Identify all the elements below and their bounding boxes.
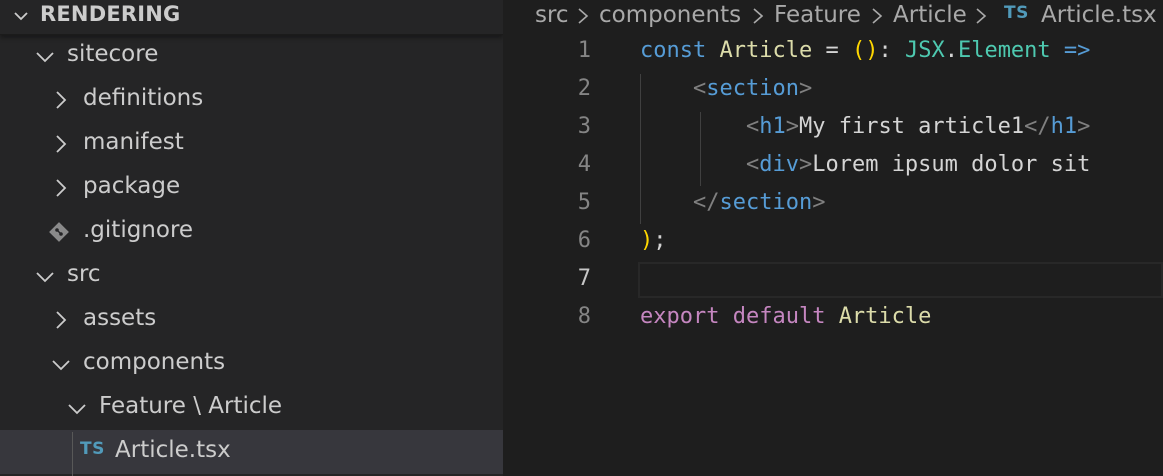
tree-item-label: components	[83, 349, 226, 375]
code-line[interactable]: <h1>My first article1</h1>	[640, 114, 1090, 139]
line-number: 8	[577, 304, 591, 329]
code-token: section	[719, 190, 813, 215]
chevron-right-icon	[974, 6, 988, 32]
chevron-right-icon	[751, 6, 765, 32]
explorer-sidebar: RENDERING sitecore definitions manifest pac…	[0, 0, 503, 476]
tree-item-label: assets	[83, 305, 157, 331]
line-number: 2	[577, 76, 591, 101]
tree-item-label: src	[67, 261, 101, 287]
tree-item[interactable]: assets	[0, 298, 503, 342]
code-token: ()	[851, 38, 879, 63]
code-token: export	[640, 304, 733, 329]
chevron-down-icon	[66, 397, 88, 425]
code-token: .	[944, 38, 958, 63]
tree-item[interactable]: definitions	[0, 78, 503, 122]
code-token: >	[798, 152, 813, 177]
code-token: My first article1	[798, 114, 1025, 139]
typescript-file-icon: TS	[1004, 3, 1029, 23]
code-token: div	[759, 152, 799, 177]
tree-item-label: manifest	[83, 129, 184, 155]
line-number: 4	[577, 152, 591, 177]
breadcrumb-item-feature[interactable]: Feature	[774, 2, 861, 28]
chevron-right-icon	[576, 6, 590, 32]
git-file-icon	[48, 221, 70, 249]
tree-item[interactable]: package	[0, 166, 503, 210]
code-token: )	[640, 228, 654, 253]
chevron-right-icon	[50, 89, 72, 117]
tree-item[interactable]: src	[0, 254, 503, 298]
breadcrumb-item-file[interactable]: Article.tsx	[1041, 2, 1157, 28]
chevron-down-icon	[34, 45, 56, 73]
code-token: Element	[957, 38, 1051, 63]
code-token: =	[812, 38, 852, 63]
tree-item-label: sitecore	[67, 41, 159, 67]
code-token: JSX	[904, 38, 945, 63]
tree-item[interactable]: Feature \ Article	[0, 386, 503, 430]
chevron-down-icon	[34, 265, 56, 293]
breadcrumb-item-src[interactable]: src	[535, 2, 569, 28]
line-number: 3	[577, 114, 591, 139]
chevron-down-icon	[50, 353, 72, 381]
code-token: >	[798, 76, 813, 101]
line-number: 1	[577, 38, 591, 63]
code-token: h1	[1050, 114, 1078, 139]
chevron-right-icon	[50, 133, 72, 161]
code-token: :	[878, 38, 905, 63]
tree-indent-guide	[72, 432, 73, 476]
tree-item[interactable]: sitecore	[0, 34, 503, 78]
tree-item[interactable]: components	[0, 342, 503, 386]
code-token: <	[745, 114, 760, 139]
code-token: >	[785, 114, 799, 139]
line-number: 7	[577, 266, 591, 291]
tree-item-label: definitions	[83, 85, 204, 111]
tree-item-label: Feature \ Article	[99, 393, 283, 419]
code-token: Lorem ipsum dolor sit	[812, 152, 1091, 177]
code-token: Article	[719, 38, 813, 63]
breadcrumb: src components Feature Article TS Articl…	[503, 0, 1163, 34]
line-number: 5	[577, 190, 591, 215]
tree-item[interactable]: TS Article.tsx	[0, 430, 503, 474]
chevron-right-icon	[50, 309, 72, 337]
section-title: RENDERING	[40, 2, 181, 26]
code-token: section	[706, 76, 799, 101]
code-token: </	[692, 190, 720, 215]
current-line-highlight	[638, 262, 1163, 298]
code-editor[interactable]: src components Feature Article TS Articl…	[503, 0, 1163, 476]
code-token: =>	[1050, 38, 1091, 63]
line-number: 6	[577, 228, 591, 253]
chevron-right-icon	[50, 177, 72, 205]
code-token: >	[1077, 114, 1091, 139]
code-token: <	[692, 76, 707, 101]
code-token: ;	[653, 228, 667, 253]
tree-item-label: package	[83, 173, 181, 199]
code-line[interactable]: <div>Lorem ipsum dolor sit	[640, 152, 1090, 177]
code-line[interactable]: const Article = (): JSX.Element =>	[640, 38, 1090, 63]
explorer-section-header[interactable]: RENDERING	[0, 0, 503, 35]
tree-item[interactable]: .gitignore	[0, 210, 503, 254]
breadcrumb-item-article[interactable]: Article	[893, 2, 967, 28]
code-token: default	[732, 304, 839, 329]
code-token: h1	[759, 114, 786, 139]
code-line[interactable]: );	[640, 228, 667, 253]
code-token: const	[640, 38, 720, 63]
tree-item-label: .gitignore	[83, 217, 194, 243]
tree-item[interactable]: manifest	[0, 122, 503, 166]
code-line[interactable]: export default Article	[640, 304, 931, 329]
typescript-file-icon: TS	[80, 439, 105, 459]
code-token: Article	[838, 304, 932, 329]
code-token: <	[745, 152, 760, 177]
tree-item-label: Article.tsx	[115, 437, 231, 463]
code-line[interactable]: <section>	[640, 76, 812, 101]
code-token: >	[812, 190, 826, 215]
code-line[interactable]: </section>	[640, 190, 825, 215]
chevron-right-icon	[870, 6, 884, 32]
chevron-down-icon	[12, 7, 30, 29]
breadcrumb-item-components[interactable]: components	[599, 2, 741, 28]
code-token: </	[1024, 114, 1051, 139]
